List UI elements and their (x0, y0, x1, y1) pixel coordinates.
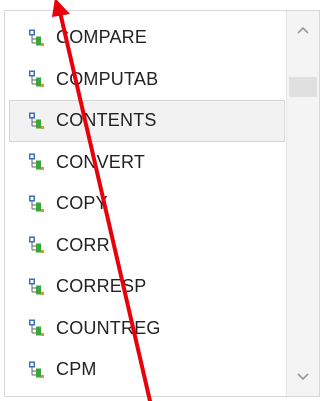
procedure-node-icon (29, 361, 44, 378)
list-item-compare[interactable]: COMPARE (5, 17, 287, 59)
procedure-list: COMPARE COMPUTAB CONTENTS CONVERT COPY C… (5, 17, 287, 391)
procedure-node-icon (29, 278, 44, 295)
procedure-node-icon (29, 153, 44, 171)
procedure-node-icon (29, 29, 44, 46)
list-item-label: CONVERT (56, 151, 146, 172)
list-item-corr[interactable]: CORR (5, 225, 287, 267)
procedure-node-icon (29, 70, 44, 88)
list-item-cpm[interactable]: CPM (5, 349, 287, 391)
list-item-label: CONTENTS (56, 110, 157, 131)
procedure-node-icon (29, 195, 44, 212)
list-item-countreg[interactable]: COUNTREG (5, 308, 287, 350)
list-item-contents[interactable]: CONTENTS (9, 100, 285, 142)
list-item-label: COMPUTAB (56, 68, 159, 89)
procedure-node-icon (29, 112, 44, 129)
chevron-down-icon (297, 373, 309, 381)
scroll-down-button[interactable] (287, 360, 319, 394)
list-item-label: COUNTREG (56, 317, 161, 338)
procedure-list-panel: COMPARE COMPUTAB CONTENTS CONVERT COPY C… (4, 10, 320, 397)
list-item-corresp[interactable]: CORRESP (5, 266, 287, 308)
list-item-label: CORRESP (56, 276, 147, 297)
list-item-convert[interactable]: CONVERT (5, 142, 287, 184)
scroll-up-button[interactable] (287, 13, 319, 47)
list-item-computab[interactable]: COMPUTAB (5, 59, 287, 101)
chevron-up-icon (297, 26, 309, 34)
list-item-label: CPM (56, 359, 97, 380)
list-item-label: CORR (56, 234, 110, 255)
procedure-node-icon (29, 319, 44, 337)
list-item-label: COPY (56, 193, 108, 214)
list-item-copy[interactable]: COPY (5, 183, 287, 225)
scrollbar-thumb[interactable] (289, 77, 317, 97)
procedure-node-icon (29, 236, 44, 254)
list-item-label: COMPARE (56, 27, 148, 48)
vertical-scrollbar[interactable] (286, 11, 319, 396)
